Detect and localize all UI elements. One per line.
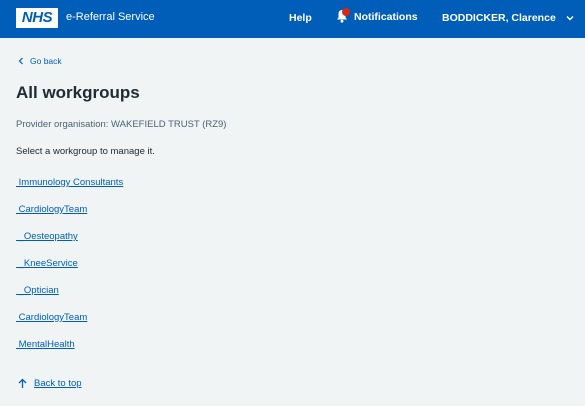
list-item: Immunology Consultants <box>16 172 124 199</box>
workgroup-link[interactable]: Immunology Consultants <box>16 177 124 188</box>
workgroup-list: Immunology Consultants CardiologyTeam _O… <box>16 172 124 361</box>
chevron-left-icon <box>18 57 24 65</box>
notification-badge <box>342 8 350 16</box>
provider-organisation: Provider organisation: WAKEFIELD TRUST (… <box>16 119 227 130</box>
chevron-down-icon[interactable] <box>566 14 574 22</box>
workgroup-link[interactable]: MentalHealth <box>16 339 75 350</box>
bell-icon <box>336 8 350 25</box>
workgroup-link[interactable]: CardiologyTeam <box>16 204 88 215</box>
list-item: MentalHealth <box>16 334 123 361</box>
back-to-top-link[interactable]: Back to top <box>18 378 82 389</box>
list-item: _KneeService <box>16 253 123 280</box>
service-name[interactable]: e-Referral Service <box>66 11 155 23</box>
workgroup-link[interactable]: CardiologyTeam <box>16 312 88 323</box>
go-back-link[interactable]: Go back <box>18 56 62 66</box>
list-item: CardiologyTeam <box>16 199 123 226</box>
workgroup-link[interactable]: _Optician <box>16 285 59 296</box>
page-title: All workgroups <box>16 83 140 102</box>
workgroup-link[interactable]: _Oesteopathy <box>16 231 78 242</box>
nhs-logo[interactable]: NHS <box>16 8 58 28</box>
go-back-label: Go back <box>30 56 62 66</box>
list-item: CardiologyTeam <box>16 307 123 334</box>
nav-help-link[interactable]: Help <box>289 12 312 24</box>
instruction-text: Select a workgroup to manage it. <box>16 146 155 157</box>
workgroup-link[interactable]: _KneeService <box>16 258 78 269</box>
site-header: NHS e-Referral Service Help Notification… <box>0 0 585 38</box>
notifications-label: Notifications <box>354 11 418 23</box>
nav-notifications-link[interactable]: Notifications <box>336 8 418 25</box>
user-menu-name[interactable]: BODDICKER, Clarence <box>442 12 556 24</box>
arrow-up-icon <box>18 378 27 389</box>
list-item: _Oesteopathy <box>16 226 123 253</box>
list-item: _Optician <box>16 280 123 307</box>
back-to-top-label: Back to top <box>34 378 82 389</box>
